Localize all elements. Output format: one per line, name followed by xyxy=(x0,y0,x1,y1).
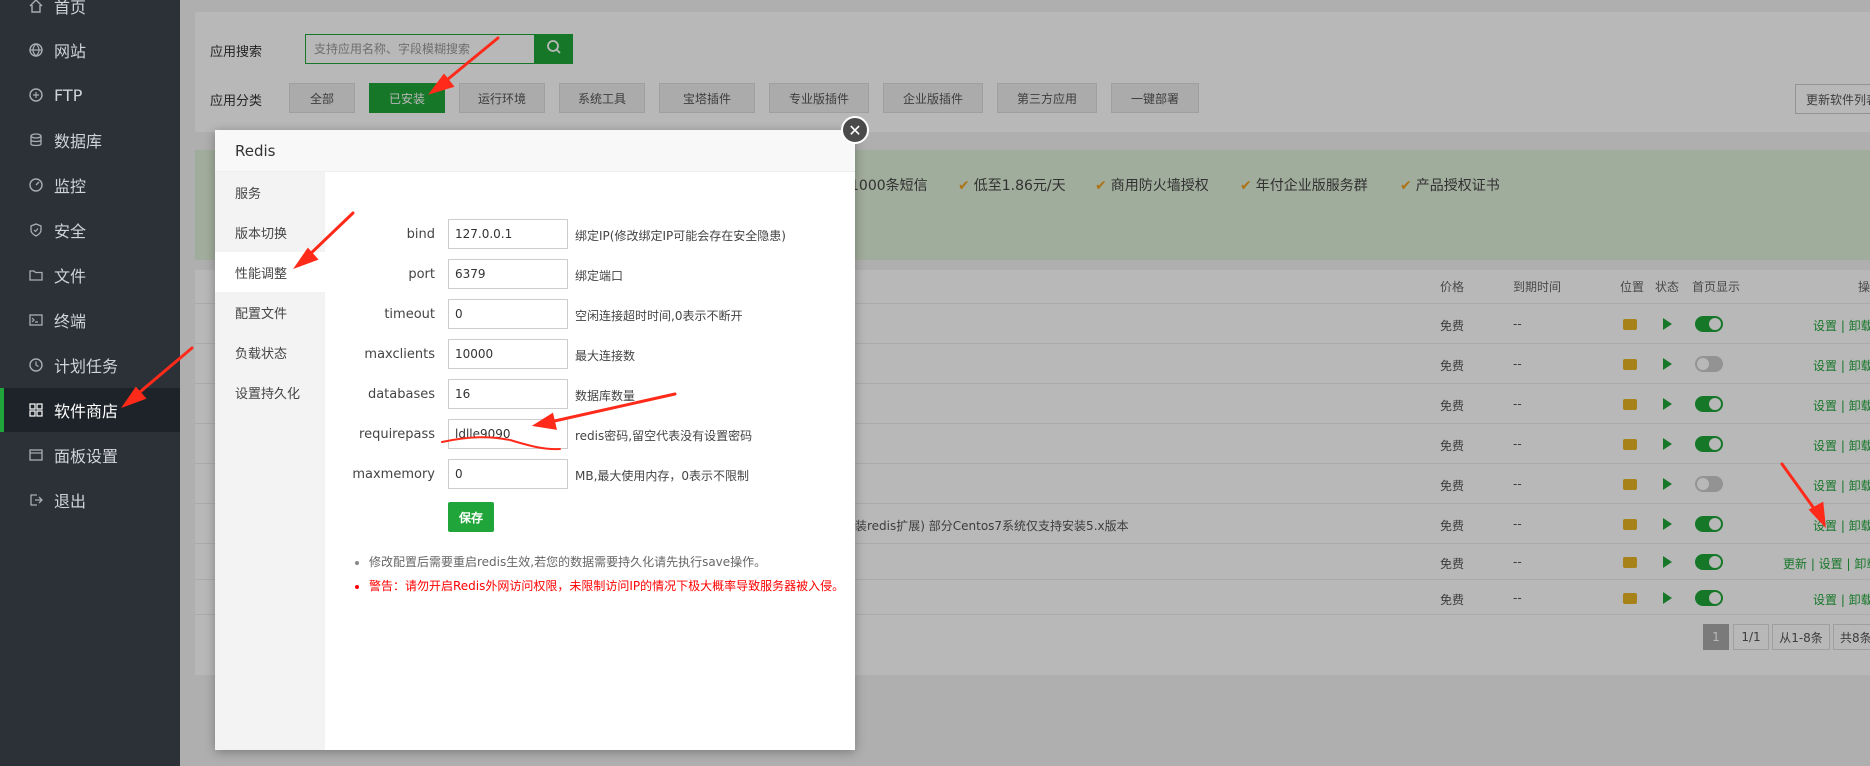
sidebar-item-label: 文件 xyxy=(54,267,87,286)
sidebar-item-label: 退出 xyxy=(54,492,87,511)
sidebar-item-terminal[interactable]: 终端 xyxy=(0,298,180,342)
redis-settings-modal: Redis ✕ 服务 版本切换 性能调整 配置文件 负载状态 设置持久化 bin… xyxy=(215,116,869,750)
sidebar-item-app-store[interactable]: 软件商店 xyxy=(0,388,180,432)
sidebar-item-label: 监控 xyxy=(54,177,87,196)
modal-tab-list: 服务 版本切换 性能调整 配置文件 负载状态 设置持久化 xyxy=(215,172,325,750)
clock-icon xyxy=(28,357,44,373)
tab-config-file[interactable]: 配置文件 xyxy=(215,292,325,332)
grid-icon xyxy=(28,402,44,418)
databases-help: 数据库数量 xyxy=(575,389,636,403)
tab-service[interactable]: 服务 xyxy=(215,172,325,212)
folder-icon xyxy=(28,267,44,283)
sidebar-item-cron[interactable]: 计划任务 xyxy=(0,343,180,387)
bind-label: bind xyxy=(406,227,435,242)
sidebar-item-database[interactable]: 数据库 xyxy=(0,118,180,162)
logout-icon xyxy=(28,492,44,508)
close-icon: ✕ xyxy=(848,120,862,140)
port-help: 绑定端口 xyxy=(575,269,624,283)
bind-input[interactable]: 127.0.0.1 xyxy=(448,219,568,249)
sidebar-item-logout[interactable]: 退出 xyxy=(0,478,180,522)
modal-title: Redis xyxy=(215,130,855,172)
maxclients-help: 最大连接数 xyxy=(575,349,636,363)
timeout-input[interactable]: 0 xyxy=(448,299,568,329)
tab-performance[interactable]: 性能调整 xyxy=(215,252,325,292)
settings-icon xyxy=(28,447,44,463)
database-icon xyxy=(28,132,44,148)
databases-input[interactable]: 16 xyxy=(448,379,568,409)
sidebar-item-security[interactable]: 安全 xyxy=(0,208,180,252)
bind-help: 绑定IP(修改绑定IP可能会存在安全隐患) xyxy=(575,229,786,243)
tab-version-switch[interactable]: 版本切换 xyxy=(215,212,325,252)
maxmemory-label: maxmemory xyxy=(352,467,435,482)
port-input[interactable]: 6379 xyxy=(448,259,568,289)
timeout-help: 空闲连接超时时间,0表示不断开 xyxy=(575,309,743,323)
sidebar-item-label: 首页 xyxy=(54,0,87,17)
sidebar-item-label: 软件商店 xyxy=(54,402,119,421)
close-button[interactable]: ✕ xyxy=(841,116,869,144)
home-icon xyxy=(28,0,44,14)
maxclients-label: maxclients xyxy=(364,347,435,362)
sidebar-item-label: 安全 xyxy=(54,222,87,241)
sidebar-item-files[interactable]: 文件 xyxy=(0,253,180,297)
sidebar-item-monitor[interactable]: 监控 xyxy=(0,163,180,207)
sidebar-item-home[interactable]: 首页 xyxy=(0,0,180,28)
requirepass-input[interactable]: ldlle9090 xyxy=(448,419,568,449)
sidebar-item-label: FTP xyxy=(54,85,83,105)
sidebar-item-label: 计划任务 xyxy=(54,357,119,376)
timeout-label: timeout xyxy=(384,307,435,322)
sidebar-item-label: 终端 xyxy=(54,312,87,331)
sidebar: 首页 网站 FTP 数据库 监控 安全 文件 终端 计划任务 软件商店 面板设置 xyxy=(0,0,180,766)
sidebar-item-label: 面板设置 xyxy=(54,447,119,466)
sidebar-item-label: 网站 xyxy=(54,42,87,61)
monitor-icon xyxy=(28,177,44,193)
sidebar-item-label: 数据库 xyxy=(54,132,103,151)
tab-persistence[interactable]: 设置持久化 xyxy=(215,372,325,412)
requirepass-label: requirepass xyxy=(359,427,435,442)
save-button[interactable]: 保存 xyxy=(448,502,494,532)
requirepass-help: redis密码,留空代表没有设置密码 xyxy=(575,429,753,443)
databases-label: databases xyxy=(367,387,435,402)
maxmemory-input[interactable]: 0 xyxy=(448,459,568,489)
globe-icon xyxy=(28,42,44,58)
terminal-icon xyxy=(28,312,44,328)
info-note: 修改配置后需要重启redis生效,若您的数据需要持久化请先执行save操作。 xyxy=(355,553,766,570)
performance-form: bind 127.0.0.1 绑定IP(修改绑定IP可能会存在安全隐患) por… xyxy=(325,172,855,750)
sidebar-item-websites[interactable]: 网站 xyxy=(0,28,180,72)
maxmemory-help: MB,最大使用内存，0表示不限制 xyxy=(575,469,750,483)
maxclients-input[interactable]: 10000 xyxy=(448,339,568,369)
ftp-icon xyxy=(28,87,44,103)
port-label: port xyxy=(408,267,435,282)
tab-load-status[interactable]: 负载状态 xyxy=(215,332,325,372)
shield-icon xyxy=(28,222,44,238)
sidebar-item-ftp[interactable]: FTP xyxy=(0,73,180,117)
sidebar-item-panel-settings[interactable]: 面板设置 xyxy=(0,433,180,477)
warning-note: 警告：请勿开启Redis外网访问权限，未限制访问IP的情况下极大概率导致服务器被… xyxy=(355,577,844,594)
